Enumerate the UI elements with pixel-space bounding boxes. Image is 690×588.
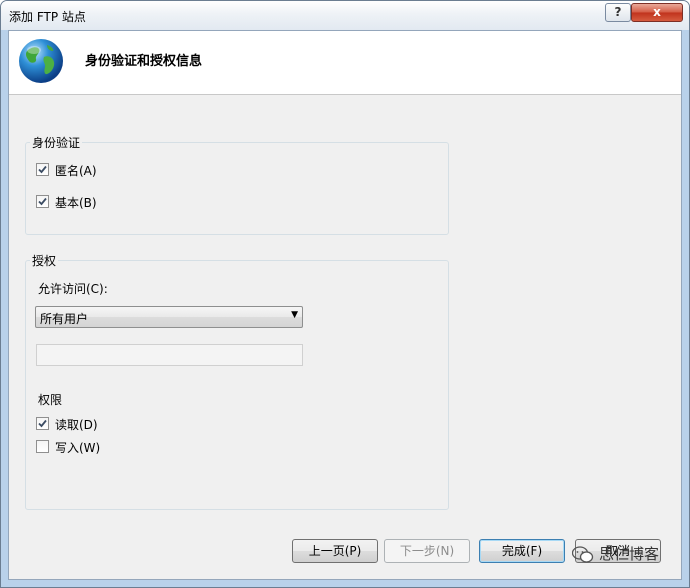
authentication-group [25, 142, 449, 235]
title-bar[interactable]: 添加 FTP 站点 ? x [1, 1, 689, 30]
read-checkbox-label: 读取(D) [55, 417, 98, 432]
write-checkbox-label: 写入(W) [55, 440, 101, 455]
anonymous-checkbox-box[interactable] [36, 163, 49, 176]
allow-access-dropdown[interactable]: 所有用户 ▼ [35, 306, 303, 328]
check-icon [38, 165, 47, 174]
previous-button[interactable]: 上一页(P) [292, 539, 378, 563]
wechat-icon [572, 546, 594, 563]
anonymous-checkbox-label: 匿名(A) [55, 163, 97, 178]
basic-checkbox-label: 基本(B) [55, 195, 97, 210]
write-checkbox[interactable]: 写入(W) [36, 439, 100, 455]
check-icon [38, 197, 47, 206]
basic-checkbox[interactable]: 基本(B) [36, 194, 97, 210]
help-button[interactable]: ? [605, 3, 631, 22]
dialog-client-area: 身份验证和授权信息 身份验证 匿名(A) 基本(B) 授权 允许访问(C): 所… [8, 30, 682, 580]
authorization-group [25, 260, 449, 510]
close-button[interactable]: x [631, 3, 683, 22]
authorization-group-title: 授权 [30, 252, 59, 269]
allow-access-selected-value: 所有用户 [40, 312, 89, 326]
watermark-text: 思仁博客 [599, 545, 660, 563]
write-checkbox-box[interactable] [36, 440, 49, 453]
basic-checkbox-box[interactable] [36, 195, 49, 208]
read-checkbox-box[interactable] [36, 417, 49, 430]
window-title: 添加 FTP 站点 [9, 10, 86, 24]
chevron-down-icon: ▼ [291, 310, 298, 320]
read-checkbox[interactable]: 读取(D) [36, 416, 98, 432]
allow-access-label: 允许访问(C): [38, 282, 108, 296]
next-button[interactable]: 下一步(N) [384, 539, 470, 563]
check-icon [38, 419, 47, 428]
users-input[interactable] [36, 344, 303, 366]
authentication-group-title: 身份验证 [30, 134, 83, 151]
finish-button[interactable]: 完成(F) [479, 539, 565, 563]
anonymous-checkbox[interactable]: 匿名(A) [36, 162, 97, 178]
page-title: 身份验证和授权信息 [85, 54, 203, 69]
globe-icon [19, 39, 63, 83]
wizard-header: 身份验证和授权信息 [9, 31, 681, 95]
dialog-window: 添加 FTP 站点 ? x 身份验证和授权信息 身份验证 匿名(A) 基本(B)… [0, 0, 690, 588]
permissions-label: 权限 [38, 393, 63, 407]
